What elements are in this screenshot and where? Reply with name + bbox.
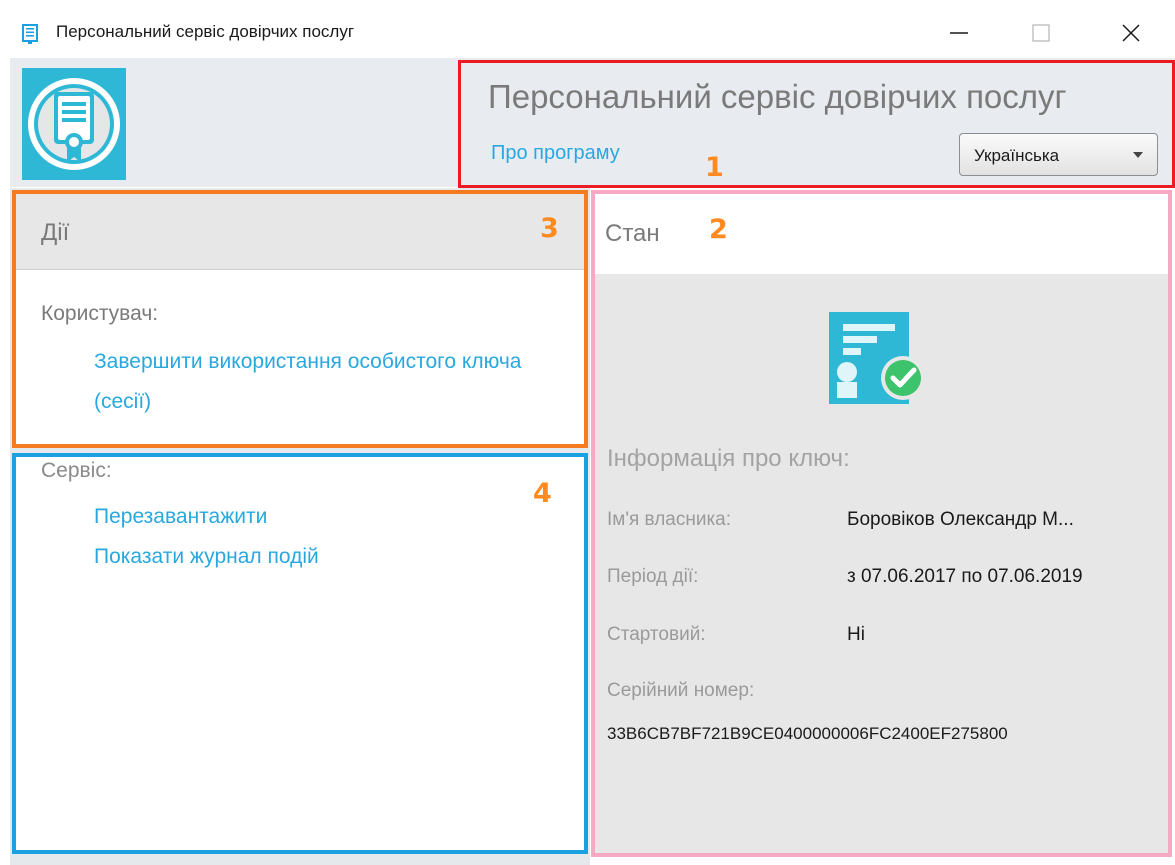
minimize-button[interactable] xyxy=(936,10,982,56)
owner-name-label: Ім'я власника: xyxy=(607,509,732,530)
actions-header xyxy=(16,194,584,270)
end-session-link[interactable]: Завершити використання особистого ключа … xyxy=(94,342,564,422)
annotation-number-1: 1 xyxy=(705,152,724,183)
key-info-title: Інформація про ключ: xyxy=(607,445,850,472)
key-valid-icon xyxy=(829,312,925,404)
app-window-icon xyxy=(22,24,38,44)
chevron-down-icon xyxy=(1133,152,1143,158)
user-section-label: Користувач: xyxy=(41,302,159,325)
actions-title: Дії xyxy=(41,219,70,246)
serial-number-value: 33B6CB7BF721B9CE0400000006FC2400EF275800 xyxy=(607,724,1008,743)
status-header xyxy=(595,194,1168,274)
language-select[interactable]: Українська xyxy=(959,133,1158,176)
app-logo xyxy=(22,68,126,180)
app-heading: Персональний сервіс довірчих послуг xyxy=(488,78,1067,115)
annotation-number-2: 2 xyxy=(709,214,728,245)
window-title: Персональний сервіс довірчих послуг xyxy=(56,22,355,41)
maximize-button[interactable] xyxy=(1018,10,1064,56)
annotation-number-4: 4 xyxy=(533,478,552,509)
status-title: Стан xyxy=(605,220,660,247)
about-link[interactable]: Про програму xyxy=(491,142,620,165)
serial-number-label: Серійний номер: xyxy=(607,680,755,701)
window-titlebar: Персональний сервіс довірчих послуг xyxy=(0,0,1175,58)
validity-period-label: Період дії: xyxy=(607,566,699,587)
event-log-link[interactable]: Показати журнал подій xyxy=(94,545,319,569)
certificate-icon xyxy=(28,78,120,170)
startup-value: Ні xyxy=(847,624,865,645)
annotation-number-3: 3 xyxy=(540,213,559,244)
maximize-icon xyxy=(1032,24,1050,42)
validity-period-value: з 07.06.2017 по 07.06.2019 xyxy=(847,566,1083,587)
close-icon xyxy=(1122,24,1140,42)
language-selected-value: Українська xyxy=(974,146,1060,165)
close-button[interactable] xyxy=(1108,10,1154,56)
service-section-label: Сервіс: xyxy=(41,459,112,482)
reload-link[interactable]: Перезавантажити xyxy=(94,505,267,529)
minimize-icon xyxy=(950,32,968,34)
owner-name-value: Боровіков Олександр М... xyxy=(847,509,1074,530)
startup-label: Стартовий: xyxy=(607,624,706,645)
